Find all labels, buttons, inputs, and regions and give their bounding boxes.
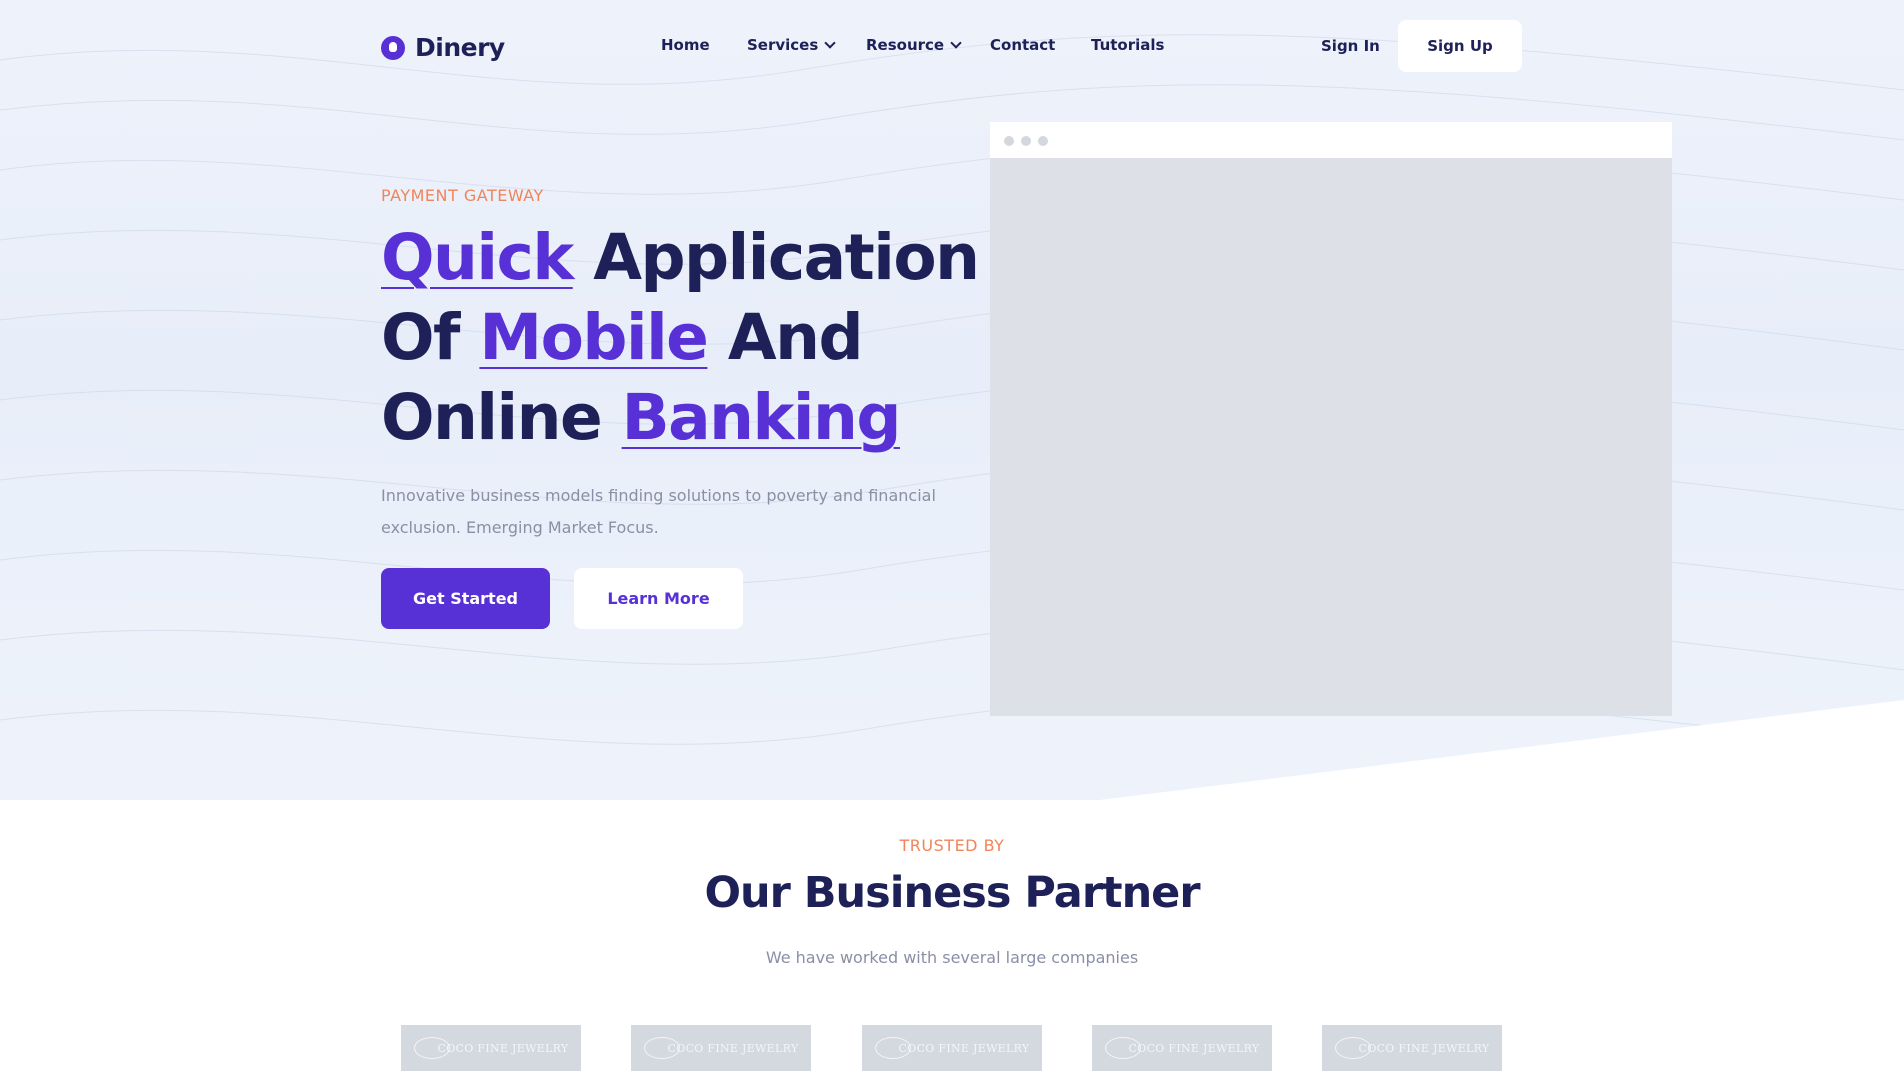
window-dot-icon xyxy=(1038,136,1048,146)
headline-word: Online xyxy=(381,381,603,454)
partner-logo-text: COCO FINE JEWELRY xyxy=(898,1041,1030,1055)
partner-logo: COCO FINE JEWELRY xyxy=(1092,1025,1272,1071)
window-dot-icon xyxy=(1004,136,1014,146)
partner-logo: COCO FINE JEWELRY xyxy=(631,1025,811,1071)
headline-word: And xyxy=(727,301,864,374)
sign-in-link[interactable]: Sign In xyxy=(1321,37,1380,55)
nav-label: Contact xyxy=(990,36,1056,54)
partners-kicker: TRUSTED BY xyxy=(899,836,1005,855)
browser-mockup-titlebar xyxy=(990,122,1672,158)
partners-title: Our Business Partner xyxy=(704,868,1200,918)
nav-label: Tutorials xyxy=(1091,36,1165,54)
headline-highlight: Quick xyxy=(381,221,574,294)
chevron-down-icon xyxy=(824,37,836,49)
partners-subtitle: We have worked with several large compan… xyxy=(765,948,1139,967)
learn-more-button[interactable]: Learn More xyxy=(574,568,743,629)
hero-headline: Quick Application Of Mobile And Online B… xyxy=(381,218,980,458)
brand-logo[interactable]: Dinery xyxy=(381,33,505,62)
headline-word: Application xyxy=(593,221,980,294)
hero-description: Innovative business models finding solut… xyxy=(381,486,936,537)
nav-item-tutorials[interactable]: Tutorials xyxy=(1091,36,1164,54)
browser-mockup xyxy=(990,122,1672,716)
partner-logo-text: COCO FINE JEWELRY xyxy=(1128,1041,1260,1055)
partner-logo: COCO FINE JEWELRY xyxy=(401,1025,581,1071)
nav-label: Services xyxy=(747,36,819,54)
headline-highlight: Banking xyxy=(621,381,902,454)
nav-item-resource[interactable]: Resource xyxy=(866,36,962,54)
brand-name: Dinery xyxy=(415,33,505,62)
headline-word: Of xyxy=(381,301,460,374)
partner-logo: COCO FINE JEWELRY xyxy=(862,1025,1042,1071)
nav-item-home[interactable]: Home xyxy=(661,36,710,54)
partner-logo-text: COCO FINE JEWELRY xyxy=(667,1041,799,1055)
headline-highlight: Mobile xyxy=(479,301,709,374)
browser-mockup-placeholder-image xyxy=(990,158,1672,716)
nav-label: Home xyxy=(661,36,710,54)
partner-logo: COCO FINE JEWELRY xyxy=(1322,1025,1502,1071)
hero-kicker: PAYMENT GATEWAY xyxy=(381,186,544,205)
nav-label: Resource xyxy=(866,36,945,54)
chevron-down-icon xyxy=(950,37,962,49)
window-dot-icon xyxy=(1021,136,1031,146)
sign-up-button[interactable]: Sign Up xyxy=(1398,20,1522,72)
nav-item-contact[interactable]: Contact xyxy=(990,36,1055,54)
partner-logo-text: COCO FINE JEWELRY xyxy=(1358,1041,1490,1055)
partner-logo-text: COCO FINE JEWELRY xyxy=(437,1041,569,1055)
get-started-button[interactable]: Get Started xyxy=(381,568,550,629)
brand-mark-icon xyxy=(381,35,405,60)
nav-item-services[interactable]: Services xyxy=(747,36,836,54)
